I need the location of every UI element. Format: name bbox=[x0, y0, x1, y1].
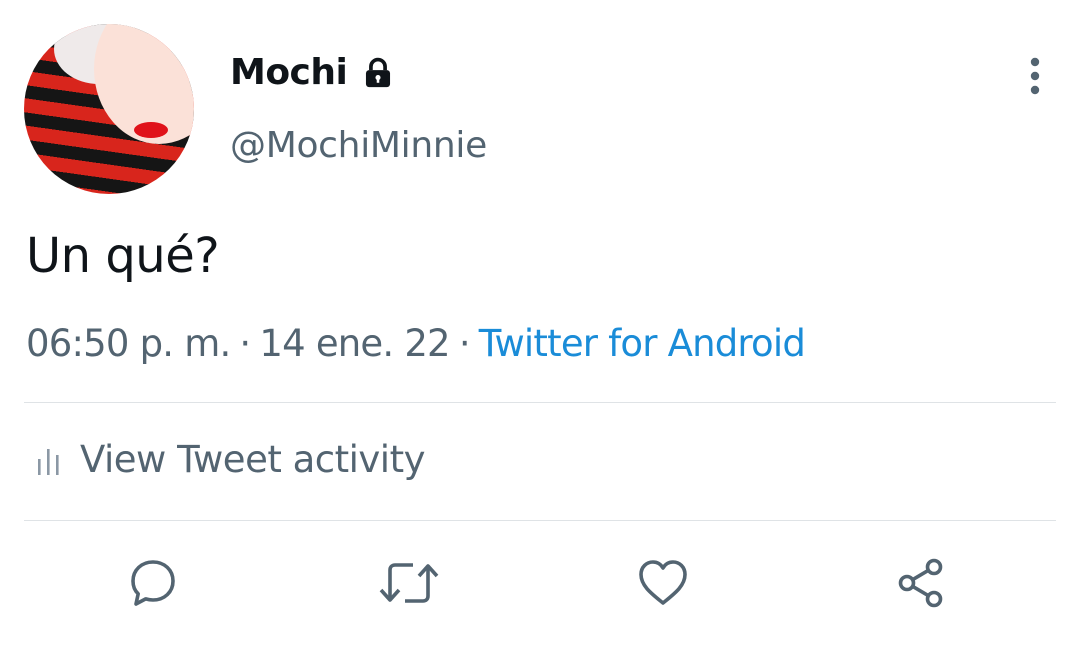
tweet-source-link[interactable]: Twitter for Android bbox=[479, 322, 806, 365]
divider bbox=[24, 402, 1056, 403]
tweet-meta: 06:50 p. m. · 14 ene. 22 · Twitter for Andro… bbox=[26, 322, 806, 365]
reply-icon[interactable] bbox=[126, 556, 180, 610]
more-options-icon[interactable] bbox=[1018, 55, 1052, 97]
tweet-time[interactable]: 06:50 p. m. bbox=[26, 322, 231, 365]
view-tweet-activity[interactable]: View Tweet activity bbox=[36, 438, 425, 481]
meta-separator: · bbox=[239, 322, 251, 365]
author-name-row: Mochi bbox=[230, 52, 395, 93]
divider bbox=[24, 520, 1056, 521]
bar-chart-icon bbox=[38, 448, 59, 475]
view-tweet-activity-label: View Tweet activity bbox=[80, 438, 425, 481]
lock-icon bbox=[366, 57, 391, 87]
share-icon[interactable] bbox=[894, 556, 948, 610]
retweet-icon[interactable] bbox=[378, 556, 440, 610]
tweet-date[interactable]: 14 ene. 22 bbox=[259, 322, 450, 365]
avatar[interactable] bbox=[24, 24, 194, 194]
display-name[interactable]: Mochi bbox=[230, 52, 348, 93]
meta-separator: · bbox=[458, 322, 471, 365]
user-handle[interactable]: @MochiMinnie bbox=[230, 125, 487, 166]
tweet-text: Un qué? bbox=[26, 228, 220, 284]
avatar-lips bbox=[134, 122, 168, 138]
heart-icon[interactable] bbox=[636, 556, 690, 610]
